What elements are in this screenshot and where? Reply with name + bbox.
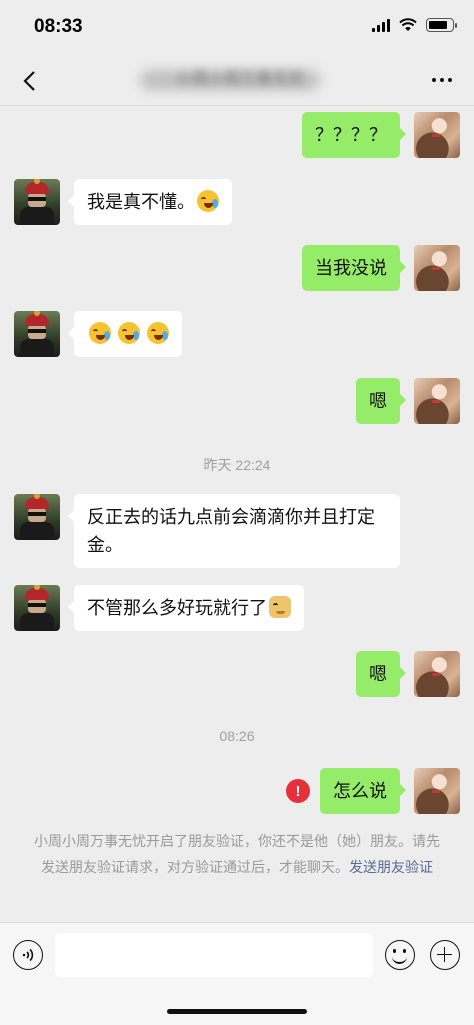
laugh-cry-icon — [89, 322, 111, 344]
more-dots-icon[interactable] — [428, 68, 456, 92]
signal-icon — [372, 18, 390, 32]
laugh-cry-icon — [197, 190, 219, 212]
contact-avatar[interactable] — [14, 179, 60, 225]
message-row: 不管那么多好玩就行了 — [14, 585, 304, 631]
message-bubble[interactable] — [67, 311, 183, 357]
timestamp: 昨天 22:24 — [203, 457, 271, 473]
message-bubble[interactable]: 反正去的话九点前会滴滴你并且打定金。 — [68, 494, 400, 568]
voice-icon[interactable] — [13, 940, 43, 970]
my-avatar[interactable] — [414, 768, 460, 814]
laugh-cry-icon — [147, 322, 170, 344]
my-avatar[interactable] — [414, 378, 460, 424]
message-row: 反正去的话九点前会滴滴你并且打定金。 — [14, 494, 400, 568]
doge-icon — [269, 596, 291, 618]
message-bubble[interactable]: 嗯 — [356, 651, 406, 697]
message-bubble[interactable]: 嗯 — [356, 378, 406, 424]
timestamp: 08:26 — [219, 728, 255, 744]
battery-icon — [426, 18, 457, 32]
status-icons — [372, 18, 457, 32]
status-time: 08:33 — [34, 16, 83, 37]
message-input[interactable] — [55, 933, 373, 977]
chat-title: 小周小周万事无忧 — [175, 71, 304, 88]
input-bar — [0, 922, 474, 1025]
contact-avatar[interactable] — [14, 311, 60, 357]
emoji-icon[interactable] — [385, 940, 415, 970]
message-row: 嗯 — [356, 651, 460, 697]
chevron-left-icon[interactable] — [14, 64, 44, 98]
home-indicator — [167, 1009, 307, 1014]
system-notice: 小周小周万事无忧开启了朋友验证，你还不是他（她）朋友。请先发送朋友验证请求，对方… — [32, 828, 442, 880]
laugh-cry-icon — [118, 322, 141, 344]
contact-avatar[interactable] — [14, 494, 60, 540]
message-bubble[interactable]: ？？？？ — [302, 112, 406, 158]
my-avatar[interactable] — [414, 245, 460, 291]
contact-avatar[interactable] — [14, 585, 60, 631]
message-row: 嗯 — [356, 378, 460, 424]
send-failed-icon[interactable]: ! — [286, 779, 310, 803]
message-bubble[interactable]: 不管那么多好玩就行了 — [68, 585, 304, 631]
message-bubble[interactable]: 怎么说 — [320, 768, 406, 814]
message-text: 不管那么多好玩就行了 — [87, 598, 267, 618]
my-avatar[interactable] — [414, 651, 460, 697]
plus-icon[interactable] — [430, 940, 460, 970]
message-row: ？？？？ — [302, 112, 460, 158]
message-row: 当我没说 — [302, 245, 460, 291]
message-row — [14, 311, 183, 357]
wifi-icon — [399, 18, 417, 31]
status-bar: 08:33 — [0, 0, 474, 56]
nav-bar: 小周小周万事无忧 — [0, 56, 474, 106]
send-friend-request-link[interactable]: 发送朋友验证 — [349, 859, 433, 875]
message-row: 怎么说 ! — [286, 768, 460, 814]
my-avatar[interactable] — [414, 112, 460, 158]
message-bubble[interactable]: 当我没说 — [302, 245, 406, 291]
message-bubble[interactable]: 我是真不懂。 — [68, 179, 232, 225]
message-text: 我是真不懂。 — [87, 192, 195, 212]
message-row: 我是真不懂。 — [14, 179, 232, 225]
